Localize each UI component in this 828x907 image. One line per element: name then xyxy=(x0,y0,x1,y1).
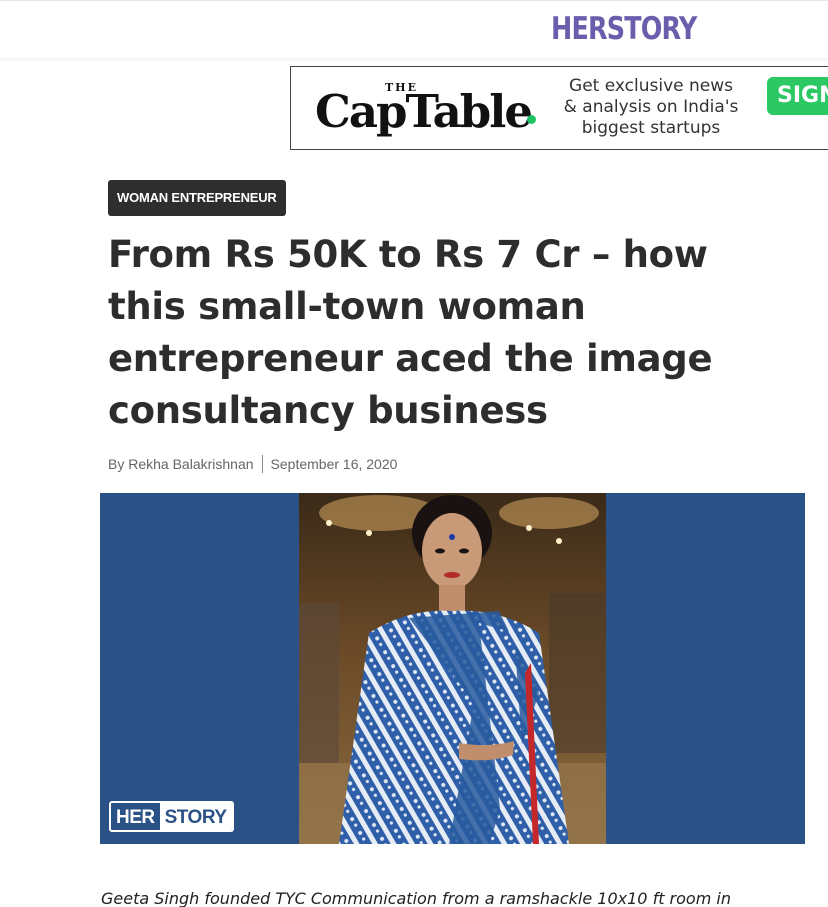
byline: By Rekha Balakrishnan September 16, 2020 xyxy=(108,455,397,473)
advertisement-banner[interactable]: CapTable THE Get exclusive news & analys… xyxy=(290,66,828,150)
herstory-watermark: HER STORY xyxy=(109,801,234,832)
ad-tagline: Get exclusive news & analysis on India's… xyxy=(563,76,739,138)
ad-logo-name: CapTable xyxy=(315,85,533,138)
article-summary: Geeta Singh founded TYC Communication fr… xyxy=(101,889,731,907)
byline-divider xyxy=(261,455,263,473)
watermark-story: STORY xyxy=(159,803,232,830)
author-link[interactable]: By Rekha Balakrishnan xyxy=(108,456,254,472)
article-headline: From Rs 50K to Rs 7 Cr – how this small-… xyxy=(108,233,713,432)
ad-logo: CapTable THE xyxy=(315,81,545,141)
ad-logo-the: THE xyxy=(385,81,418,94)
category-tag[interactable]: WOMAN ENTREPRENEUR xyxy=(108,180,286,216)
hero-image: HER STORY xyxy=(100,493,805,844)
woman-in-saree-photo xyxy=(299,493,606,844)
publish-date: September 16, 2020 xyxy=(270,456,398,472)
ad-signup-button[interactable]: SIGN xyxy=(767,77,828,115)
watermark-her: HER xyxy=(116,807,155,828)
ad-logo-dot xyxy=(527,115,536,124)
site-header: HERSTORY xyxy=(0,0,828,58)
site-logo[interactable]: HERSTORY xyxy=(551,11,697,47)
